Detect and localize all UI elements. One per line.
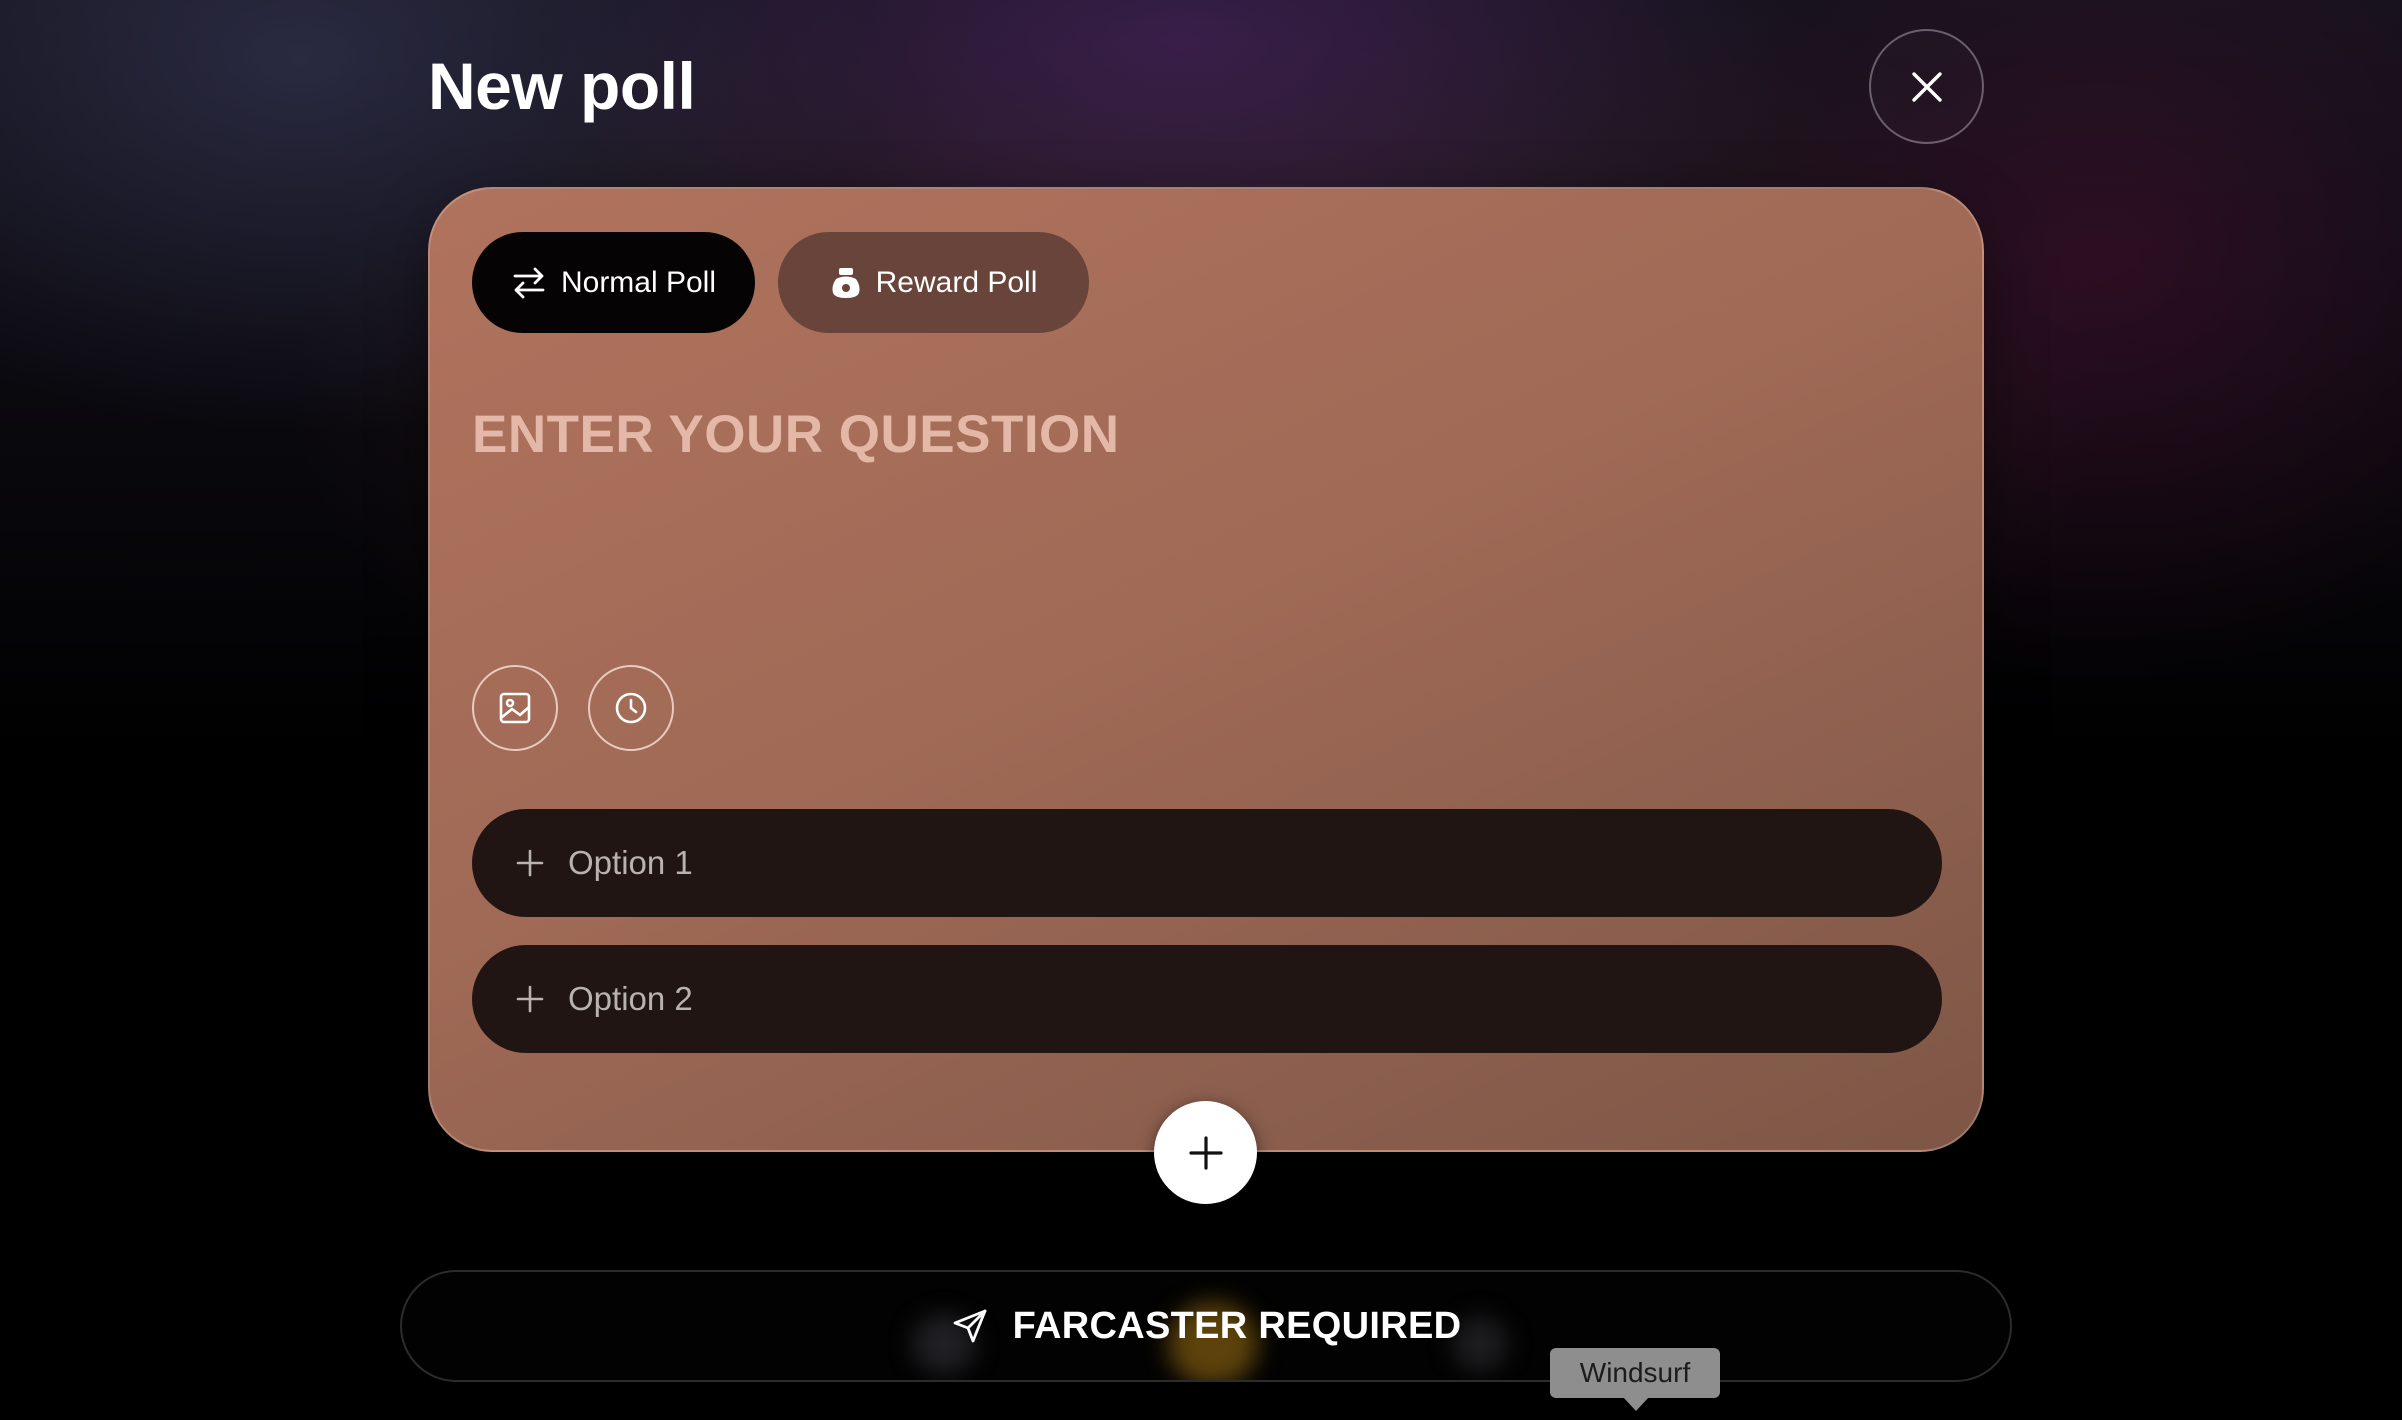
swap-arrows-icon [511, 265, 547, 301]
page-title: New poll [428, 49, 696, 123]
add-option-button[interactable] [1154, 1101, 1257, 1204]
tooltip: Windsurf [1550, 1348, 1720, 1398]
submit-label: FARCASTER REQUIRED [1012, 1304, 1462, 1347]
send-icon [953, 1309, 987, 1343]
option-input-1[interactable]: Option 1 [472, 809, 1942, 917]
plus-icon [1188, 1135, 1223, 1170]
app-background: New poll Normal Poll Reward Poll ENTER Y… [0, 0, 2402, 1420]
question-input[interactable]: ENTER YOUR QUESTION [472, 404, 1872, 465]
farcaster-required-button[interactable]: FARCASTER REQUIRED [400, 1270, 2012, 1382]
submit-content: FARCASTER REQUIRED [402, 1272, 2010, 1380]
option-input-2[interactable]: Option 2 [472, 945, 1942, 1053]
clock-icon [615, 692, 647, 724]
tab-normal-poll[interactable]: Normal Poll [472, 232, 755, 333]
option-1-placeholder: Option 1 [568, 844, 693, 881]
add-image-button[interactable] [472, 665, 558, 751]
image-icon [499, 692, 531, 724]
set-duration-button[interactable] [588, 665, 674, 751]
close-button[interactable] [1869, 29, 1984, 144]
plus-icon [516, 985, 544, 1013]
tab-reward-poll[interactable]: Reward Poll [778, 232, 1089, 333]
tab-reward-poll-label: Reward Poll [875, 265, 1038, 299]
tab-normal-poll-label: Normal Poll [560, 265, 717, 299]
poll-card: Normal Poll Reward Poll ENTER YOUR QUEST… [428, 187, 1984, 1152]
tooltip-arrow [1623, 1397, 1649, 1411]
plus-icon [516, 849, 544, 877]
money-bag-icon [830, 266, 862, 300]
close-icon [1911, 71, 1942, 102]
option-2-placeholder: Option 2 [568, 980, 693, 1017]
